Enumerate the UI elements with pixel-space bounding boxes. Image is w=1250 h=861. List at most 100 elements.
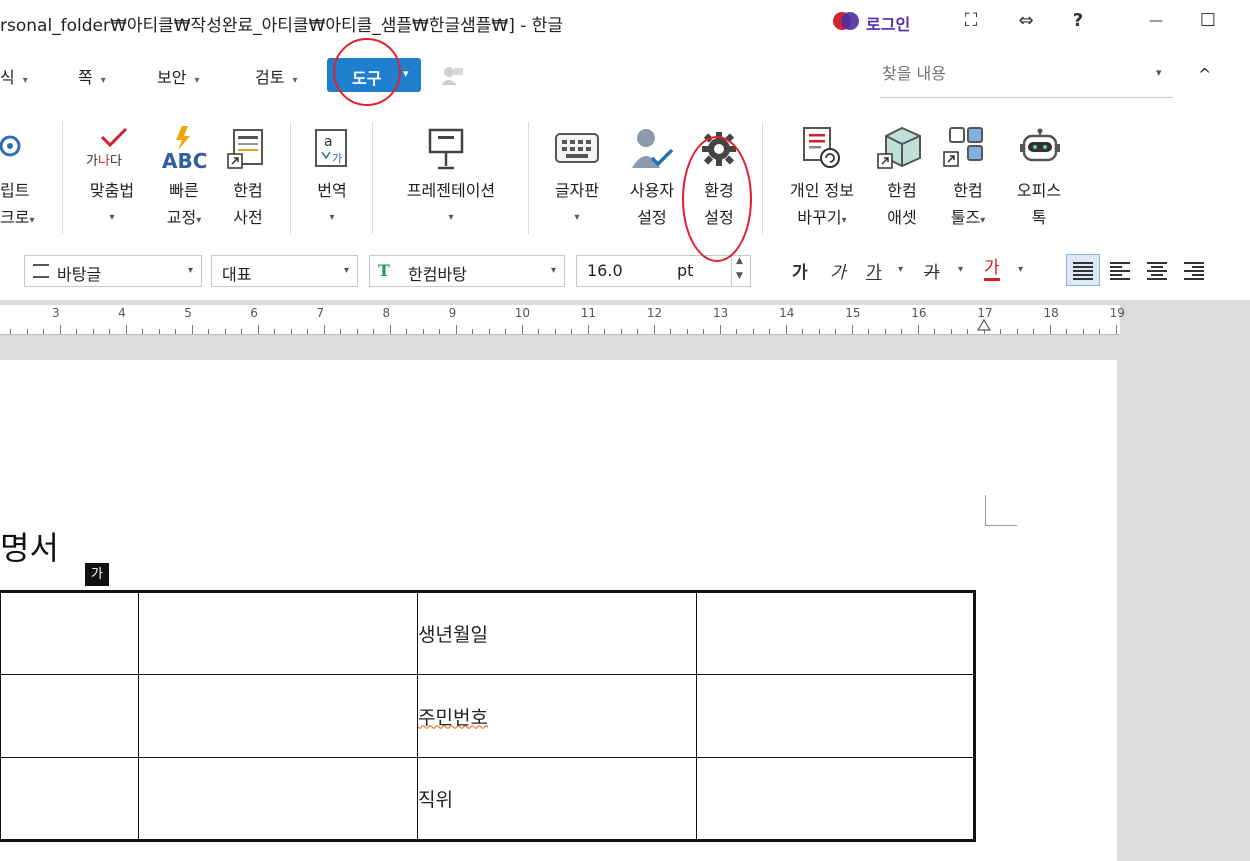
table-cell[interactable] bbox=[0, 591, 139, 675]
hancom-assets-button[interactable]: 한컴 애셋 bbox=[878, 177, 926, 231]
ruler-tick bbox=[835, 329, 836, 334]
table-cell[interactable] bbox=[696, 757, 975, 841]
birthdate-label: 생년월일 bbox=[418, 624, 488, 646]
document-table[interactable]: 생년월일 주민번호 직위 bbox=[0, 590, 976, 842]
keyboard-icon[interactable] bbox=[554, 132, 600, 166]
chevron-down-icon[interactable]: ▾ bbox=[1156, 66, 1162, 79]
table-cell[interactable] bbox=[696, 591, 975, 675]
ruler-tick bbox=[851, 325, 853, 334]
align-center-icon[interactable] bbox=[1143, 257, 1171, 285]
user-settings-button[interactable]: 사용자 설정 bbox=[620, 177, 684, 231]
collapse-ribbon-button[interactable]: ^ bbox=[1198, 65, 1211, 84]
ruler-tick bbox=[785, 325, 787, 334]
input-mode-badge: 가 bbox=[85, 563, 109, 586]
login-button[interactable]: 로그인 bbox=[866, 11, 910, 35]
ruler-tick bbox=[752, 329, 754, 334]
align-justify-icon bbox=[1073, 262, 1093, 280]
stepper-up-icon[interactable]: ▲ bbox=[736, 256, 743, 266]
align-left-icon[interactable] bbox=[1106, 257, 1134, 285]
dictionary-line1: 한컴 bbox=[233, 181, 263, 200]
hancom-logo-icon[interactable] bbox=[832, 10, 860, 32]
chevron-down-icon[interactable]: ▾ bbox=[898, 264, 903, 275]
table-cell[interactable] bbox=[138, 757, 418, 841]
ruler-tick bbox=[1033, 329, 1034, 334]
menu-page[interactable]: 쪽 ▾ bbox=[78, 64, 106, 88]
menu-security[interactable]: 보안 ▾ bbox=[157, 64, 199, 88]
ribbon-separator bbox=[372, 122, 373, 234]
presentation-label: 프레젠테이션 bbox=[406, 181, 496, 200]
chevron-down-icon[interactable]: ▾ bbox=[1018, 264, 1023, 275]
office-talk-line1: 오피스 bbox=[1016, 181, 1062, 200]
ruler-number: 10 bbox=[514, 306, 530, 320]
ruler-tick bbox=[257, 325, 259, 334]
minimize-button[interactable]: — bbox=[1143, 8, 1169, 34]
align-justify-button[interactable] bbox=[1066, 254, 1100, 286]
script-macro-icon[interactable] bbox=[0, 128, 26, 162]
highlight-circle-preferences bbox=[682, 136, 752, 262]
chevron-down-icon[interactable]: ▾ bbox=[958, 264, 963, 275]
table-cell[interactable]: 직위 bbox=[417, 757, 697, 841]
quick-correct-button[interactable]: 빠른 교정▾ bbox=[156, 177, 212, 234]
menu-review[interactable]: 검토 ▾ bbox=[255, 64, 297, 88]
script-macro-button[interactable]: 립트 크로▾ bbox=[0, 177, 34, 234]
resident-number-label: 주민번호 bbox=[418, 706, 488, 729]
table-cell[interactable] bbox=[138, 591, 418, 675]
font-color-button[interactable]: 가 bbox=[984, 258, 1000, 281]
spellcheck-icon[interactable]: 가나다 bbox=[84, 125, 140, 171]
table-cell[interactable] bbox=[696, 674, 975, 758]
split-view-icon[interactable]: ⇔ bbox=[1013, 8, 1039, 34]
table-cell[interactable]: 생년월일 bbox=[417, 591, 697, 675]
table-cell[interactable] bbox=[0, 674, 139, 758]
align-right-icon[interactable] bbox=[1180, 257, 1208, 285]
style-select[interactable]: 바탕글 ▾ bbox=[24, 255, 202, 287]
translate-icon[interactable]: a 가 bbox=[314, 128, 350, 170]
ruler-tick bbox=[653, 325, 655, 334]
office-talk-button[interactable]: 오피스 톡 bbox=[1008, 177, 1070, 231]
ruler-tick bbox=[208, 329, 209, 334]
table-cell[interactable]: 주민번호 bbox=[417, 674, 697, 758]
help-icon[interactable]: ? bbox=[1065, 8, 1091, 34]
ruler-tick bbox=[389, 325, 391, 334]
fullscreen-icon[interactable]: ⛶ bbox=[958, 8, 984, 34]
user-share-icon[interactable] bbox=[440, 66, 464, 86]
keyboard-layout-button[interactable]: 글자판 ▾ bbox=[546, 177, 608, 231]
table-cell[interactable] bbox=[0, 757, 139, 841]
italic-button[interactable]: 가 bbox=[830, 258, 846, 283]
representative-select[interactable]: 대표 ▾ bbox=[211, 255, 358, 287]
search-box[interactable] bbox=[880, 58, 1173, 98]
ruler-tick bbox=[818, 329, 820, 334]
user-settings-icon[interactable] bbox=[630, 126, 674, 172]
ruler-number: 19 bbox=[1109, 306, 1125, 320]
chevron-down-icon: ▾ bbox=[841, 215, 847, 226]
search-input[interactable] bbox=[882, 64, 1142, 83]
chevron-down-icon[interactable]: ▾ bbox=[403, 67, 409, 80]
quick-correct-icon[interactable]: ABC bbox=[160, 124, 208, 172]
right-indent-marker-icon[interactable] bbox=[976, 318, 992, 332]
ruler-tick bbox=[505, 329, 506, 334]
hancom-tools-icon[interactable] bbox=[942, 126, 988, 172]
privacy-replace-button[interactable]: 개인 정보 바꾸기▾ bbox=[780, 177, 864, 234]
hancom-tools-button[interactable]: 한컴 툴즈▾ bbox=[940, 177, 996, 234]
robot-chat-icon[interactable] bbox=[1018, 128, 1062, 170]
translate-button[interactable]: 번역 ▾ bbox=[310, 177, 354, 231]
stepper-down-icon[interactable]: ▼ bbox=[736, 271, 743, 281]
presentation-icon[interactable] bbox=[428, 126, 464, 172]
menu-format[interactable]: 식 ▾ bbox=[0, 64, 28, 88]
document-title[interactable]: 명서 bbox=[0, 523, 59, 569]
bold-button[interactable]: 가 bbox=[792, 258, 808, 283]
ruler-tick bbox=[191, 325, 193, 334]
strikethrough-button[interactable]: 가 bbox=[924, 258, 940, 283]
presentation-button[interactable]: 프레젠테이션 ▾ bbox=[394, 177, 508, 231]
spellcheck-button[interactable]: 맞춤법 ▾ bbox=[82, 177, 142, 231]
table-cell[interactable] bbox=[138, 674, 418, 758]
dictionary-icon[interactable] bbox=[226, 128, 266, 172]
privacy-replace-icon[interactable] bbox=[800, 126, 844, 172]
hancom-assets-icon[interactable] bbox=[876, 126, 924, 172]
chevron-down-icon: ▾ bbox=[574, 212, 580, 223]
maximize-button[interactable]: ☐ bbox=[1195, 8, 1221, 34]
horizontal-ruler[interactable] bbox=[0, 305, 1120, 335]
font-select[interactable]: T 한컴바탕 ▾ bbox=[369, 255, 565, 287]
chevron-down-icon: ▾ bbox=[109, 212, 115, 223]
underline-button[interactable]: 가 bbox=[866, 258, 882, 283]
dictionary-button[interactable]: 한컴 사전 bbox=[226, 177, 270, 231]
